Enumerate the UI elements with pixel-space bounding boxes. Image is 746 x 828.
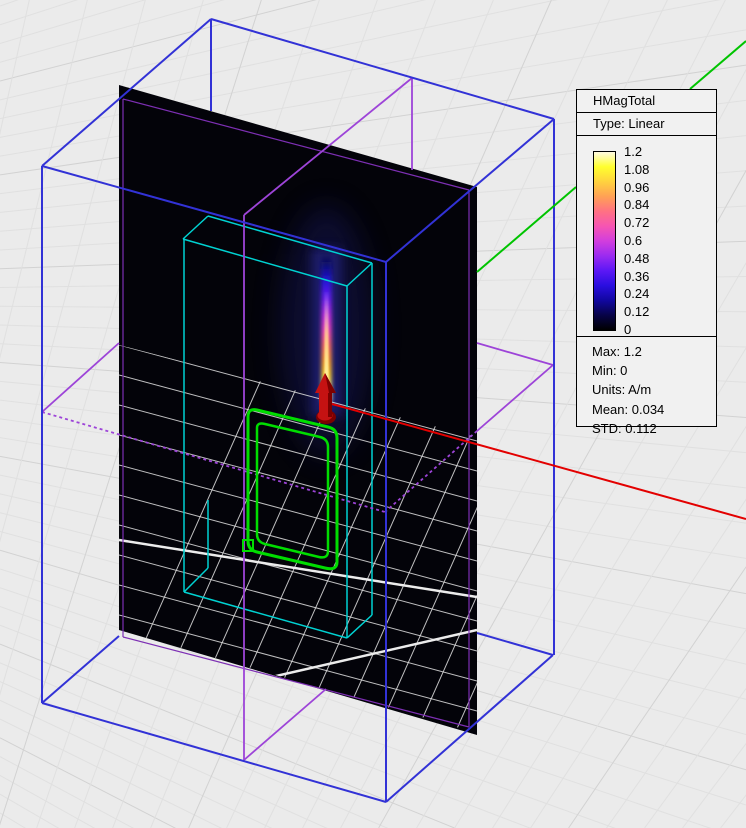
scale-tick-label: 0.84 (624, 196, 649, 214)
stat-line: Min: 0 (592, 361, 708, 380)
scale-tick-label: 1.08 (624, 161, 649, 179)
colorbar (593, 151, 616, 331)
scale-tick-label: 0.36 (624, 268, 649, 286)
stat-line: Units: A/m (592, 380, 708, 399)
legend-panel[interactable]: HMagTotal Type: Linear 1.21.080.960.840.… (576, 89, 717, 427)
stat-line: STD: 0.112 (592, 419, 708, 438)
stat-line: Mean: 0.034 (592, 400, 708, 419)
scale-tick-label: 0.48 (624, 250, 649, 268)
legend-title: HMagTotal (577, 90, 716, 113)
legend-scale-type: Type: Linear (577, 113, 716, 136)
colorbar-scale-labels: 1.21.080.960.840.720.60.480.360.240.120 (624, 143, 649, 339)
scale-tick-label: 0.12 (624, 303, 649, 321)
scale-tick-label: 0.24 (624, 285, 649, 303)
scale-tick-label: 0.6 (624, 232, 649, 250)
stat-line: Max: 1.2 (592, 342, 708, 361)
scale-tick-label: 0.72 (624, 214, 649, 232)
legend-statistics: Max: 1.2Min: 0Units: A/mMean: 0.034STD: … (577, 336, 716, 438)
legend-color-scale: 1.21.080.960.840.720.60.480.360.240.120 (577, 136, 716, 336)
scale-tick-label: 0.96 (624, 179, 649, 197)
modeler-viewport[interactable]: HMagTotal Type: Linear 1.21.080.960.840.… (0, 0, 746, 828)
scale-tick-label: 0 (624, 321, 649, 339)
scale-tick-label: 1.2 (624, 143, 649, 161)
